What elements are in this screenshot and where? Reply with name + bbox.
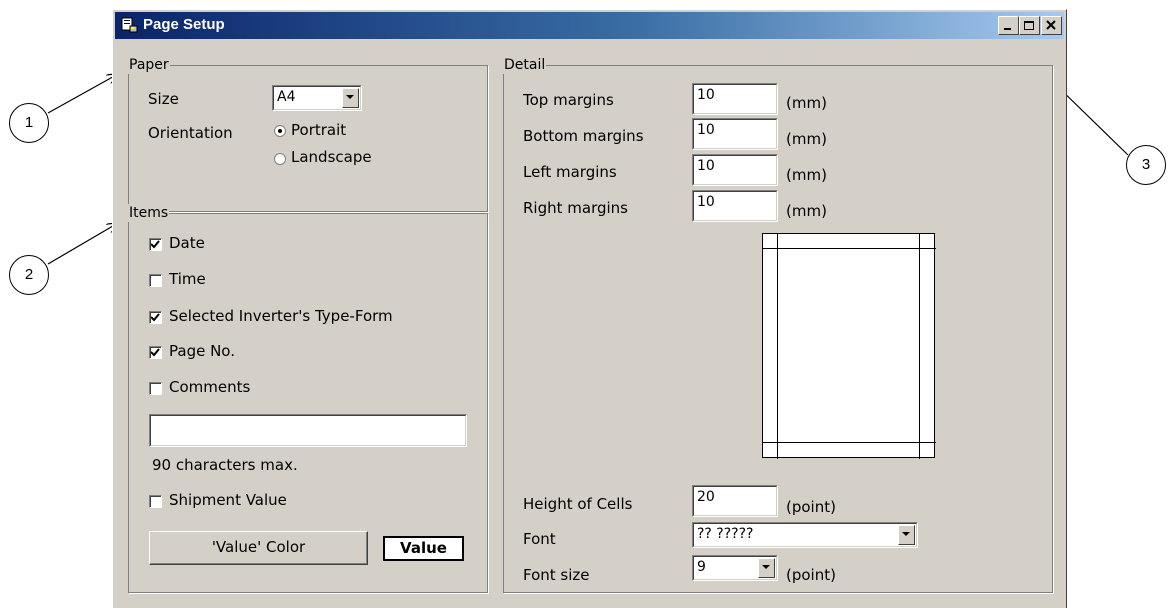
landscape-label[interactable]: Landscape [291, 148, 372, 166]
page-no-label[interactable]: Page No. [169, 342, 235, 360]
checkmark-icon [151, 348, 160, 357]
bottom-margin-unit: (mm) [786, 130, 827, 148]
callout-1: 1 [9, 103, 49, 143]
value-color-preview: Value [383, 536, 464, 561]
landscape-radio[interactable] [274, 153, 286, 165]
left-margin-unit: (mm) [786, 166, 827, 184]
checkmark-icon [151, 240, 160, 249]
size-label: Size [148, 90, 179, 108]
callout-2-number: 2 [24, 266, 34, 283]
bottom-margin-input[interactable]: 10 [692, 118, 778, 150]
top-margin-label: Top margins [523, 91, 614, 109]
chevron-down-icon[interactable] [342, 88, 359, 108]
items-legend: Items [128, 204, 170, 222]
cell-height-label: Height of Cells [523, 495, 633, 513]
font-label: Font [523, 530, 556, 548]
maximize-icon [1024, 21, 1034, 30]
right-margin-input[interactable]: 10 [692, 190, 778, 222]
portrait-label[interactable]: Portrait [291, 121, 346, 139]
chevron-down-icon[interactable] [758, 558, 775, 578]
right-margin-value: 10 [697, 194, 715, 210]
value-color-button[interactable]: 'Value' Color [149, 531, 368, 565]
inverter-type-label[interactable]: Selected Inverter's Type-Form [169, 307, 393, 325]
shipment-value-label[interactable]: Shipment Value [169, 491, 287, 509]
right-margin-unit: (mm) [786, 202, 827, 220]
close-button[interactable] [1041, 16, 1062, 35]
callout-2-arrow [47, 223, 118, 265]
close-icon [1046, 20, 1056, 30]
detail-legend: Detail [503, 56, 547, 74]
top-margin-unit: (mm) [786, 94, 827, 112]
page-setup-window: Page Setup Paper Size A4 Orientation Por… [112, 9, 1067, 608]
top-margin-input[interactable]: 10 [692, 83, 778, 115]
bottom-margin-label: Bottom margins [523, 127, 644, 145]
font-dropdown[interactable]: ?? ????? [692, 522, 918, 548]
checkmark-icon [151, 313, 160, 322]
comments-checkbox[interactable] [149, 382, 162, 395]
time-label[interactable]: Time [169, 270, 206, 288]
callout-2: 2 [9, 255, 49, 295]
right-margin-label: Right margins [523, 199, 628, 217]
minimize-button[interactable] [998, 16, 1019, 35]
left-margin-label: Left margins [523, 163, 617, 181]
paper-size-dropdown[interactable]: A4 [272, 85, 362, 111]
left-margin-input[interactable]: 10 [692, 154, 778, 186]
bottom-margin-value: 10 [697, 122, 715, 138]
cell-height-value: 20 [697, 489, 715, 505]
app-icon [121, 17, 138, 33]
detail-group: Detail Top margins 10 (mm) Bottom margin… [503, 56, 1053, 593]
date-checkbox[interactable] [149, 238, 162, 251]
comments-hint: 90 characters max. [152, 456, 298, 474]
cell-height-input[interactable]: 20 [692, 485, 778, 517]
callout-1-arrow [47, 74, 118, 114]
cell-height-unit: (point) [786, 498, 836, 516]
page-no-checkbox[interactable] [149, 346, 162, 359]
paper-group: Paper Size A4 Orientation Portrait Lands… [128, 56, 488, 212]
window-title: Page Setup [143, 16, 225, 33]
items-group: Items Date Time Selected Inverter's Type… [128, 204, 488, 593]
date-label[interactable]: Date [169, 234, 205, 252]
portrait-radio[interactable] [274, 125, 286, 137]
callout-3-number: 3 [1141, 156, 1151, 173]
font-size-label: Font size [523, 566, 590, 584]
title-bar[interactable]: Page Setup [115, 12, 1064, 39]
time-checkbox[interactable] [149, 274, 162, 287]
chevron-down-icon[interactable] [898, 525, 915, 545]
value-color-button-label: 'Value' Color [211, 538, 306, 556]
font-value: ?? ????? [697, 526, 754, 542]
orientation-label: Orientation [148, 124, 233, 142]
value-preview-text: Value [400, 539, 447, 557]
shipment-value-checkbox[interactable] [149, 495, 162, 508]
font-size-value: 9 [697, 559, 706, 575]
maximize-button[interactable] [1019, 16, 1040, 35]
callout-1-number: 1 [24, 114, 34, 131]
minimize-icon [1004, 28, 1011, 30]
comments-label[interactable]: Comments [169, 378, 250, 396]
left-margin-value: 10 [697, 158, 715, 174]
callout-3: 3 [1126, 145, 1166, 185]
top-margin-value: 10 [697, 87, 715, 103]
font-size-unit: (point) [786, 566, 836, 584]
paper-legend: Paper [128, 56, 170, 74]
margin-preview [762, 233, 936, 459]
inverter-type-checkbox[interactable] [149, 311, 162, 324]
comments-input[interactable] [149, 414, 467, 447]
paper-size-value: A4 [277, 89, 296, 105]
font-size-dropdown[interactable]: 9 [692, 555, 778, 581]
